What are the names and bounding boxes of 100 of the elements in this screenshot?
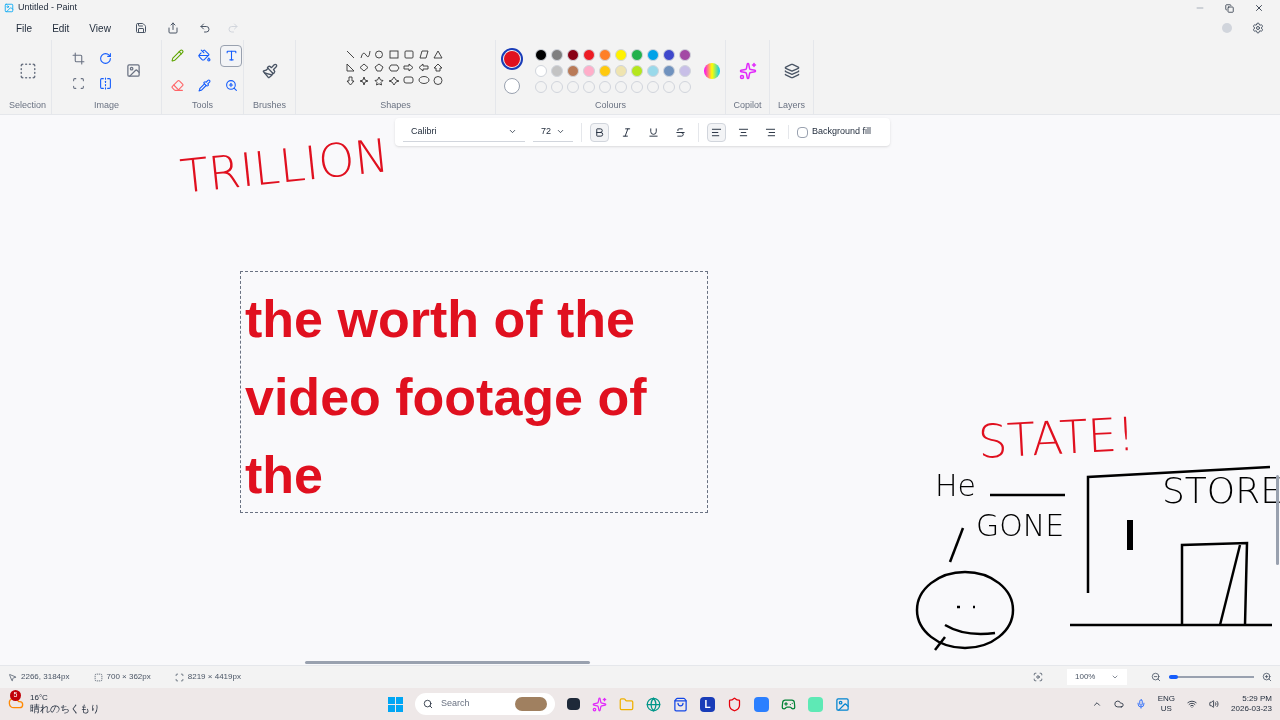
- palette-swatch[interactable]: [550, 64, 563, 77]
- text-tool-button[interactable]: [220, 44, 242, 67]
- magnifier-icon: [224, 79, 238, 92]
- secondary-colour-swatch[interactable]: [503, 77, 520, 94]
- taskbar-search-field[interactable]: Search: [415, 693, 555, 715]
- store-icon[interactable]: [673, 696, 688, 712]
- fit-icon[interactable]: [1033, 672, 1043, 682]
- font-dropdown[interactable]: Calibri: [403, 122, 525, 142]
- underline-icon: [648, 126, 659, 138]
- clock-date[interactable]: 2026-03-23: [1231, 704, 1272, 714]
- selection-size: 700 × 362px: [106, 671, 151, 683]
- canvas-size-icon: [174, 672, 184, 682]
- palette-swatch[interactable]: [598, 48, 611, 61]
- zoom-dropdown[interactable]: 100%: [1067, 669, 1127, 685]
- text-line: video footage of: [245, 367, 648, 428]
- palette-swatch[interactable]: [662, 64, 675, 77]
- palette-swatch[interactable]: [598, 64, 611, 77]
- volume-icon[interactable]: [1209, 699, 1220, 709]
- save-icon[interactable]: [134, 22, 147, 34]
- rotate-icon[interactable]: [99, 51, 112, 65]
- selection-size-icon: [93, 672, 103, 682]
- chevron-down-icon: [556, 127, 565, 136]
- microphone-icon[interactable]: [1135, 699, 1146, 709]
- settings-icon[interactable]: [1252, 22, 1264, 34]
- palette-swatch[interactable]: [646, 48, 659, 61]
- horizontal-scrollbar[interactable]: [305, 661, 590, 664]
- palette-swatch[interactable]: [630, 48, 643, 61]
- undo-icon[interactable]: [198, 22, 211, 34]
- layers-icon[interactable]: [783, 62, 800, 79]
- paint-taskbar-icon[interactable]: [835, 696, 850, 712]
- canvas-size: 8219 × 4419px: [187, 671, 241, 683]
- palette-swatch[interactable]: [566, 48, 579, 61]
- palette-swatch[interactable]: [646, 64, 659, 77]
- selection-icon[interactable]: [18, 61, 37, 80]
- search-icon: [423, 699, 433, 709]
- language-indicator[interactable]: ENG: [1157, 694, 1176, 704]
- palette-swatch[interactable]: [582, 64, 595, 77]
- palette-swatch[interactable]: [566, 64, 579, 77]
- wifi-icon[interactable]: [1187, 699, 1198, 709]
- game-icon[interactable]: [781, 696, 796, 712]
- region-indicator[interactable]: US: [1160, 704, 1172, 714]
- text-box[interactable]: the worth of the video footage of the: [240, 271, 708, 513]
- menu-item[interactable]: View: [81, 20, 119, 36]
- zoom-out-icon[interactable]: [1151, 672, 1161, 682]
- shield-icon[interactable]: [727, 696, 742, 712]
- size-dropdown[interactable]: 72: [533, 122, 573, 142]
- brush-icon[interactable]: [261, 62, 278, 79]
- palette-swatch[interactable]: [534, 64, 547, 77]
- tray-overflow-icon[interactable]: [1091, 699, 1102, 709]
- text-line: the worth of the: [245, 289, 636, 350]
- copilot-icon[interactable]: [738, 61, 757, 80]
- group-label: Selection: [9, 101, 46, 112]
- palette-swatch[interactable]: [550, 48, 563, 61]
- copilot-taskbar-icon[interactable]: [592, 696, 607, 712]
- pencil-icon: [170, 49, 184, 62]
- background-fill-checkbox[interactable]: [797, 126, 808, 138]
- palette-swatch[interactable]: [662, 48, 675, 61]
- primary-colour-swatch[interactable]: [503, 50, 520, 67]
- canvas[interactable]: Calibri 72 Background fill TRILLION STATE! He GONE STORE the worth of the video footage of the: [0, 115, 1280, 665]
- colour-wheel-icon[interactable]: [702, 61, 721, 80]
- group-label: Image: [94, 101, 119, 112]
- clock-time[interactable]: 5:29 PM: [1242, 694, 1272, 704]
- align-left-button[interactable]: [707, 122, 726, 142]
- flip-icon[interactable]: [99, 76, 112, 90]
- resize-icon[interactable]: [126, 63, 141, 78]
- align-right-icon: [765, 126, 776, 138]
- align-left-icon: [711, 126, 722, 138]
- group-label: Shapes: [380, 101, 411, 112]
- eraser-icon: [170, 79, 184, 92]
- zoom-slider-fill[interactable]: [1169, 675, 1178, 679]
- palette-swatch[interactable]: [678, 64, 691, 77]
- letter-app-icon[interactable]: L: [700, 696, 715, 712]
- palette-swatch[interactable]: [614, 48, 627, 61]
- weather-forecast: 晴れのちくもり: [30, 702, 100, 716]
- zoom-in-icon[interactable]: [1262, 672, 1272, 682]
- handwritten-text: STATE!: [976, 410, 1137, 466]
- start-icon[interactable]: [388, 696, 403, 712]
- handwritten-text: GONE: [976, 511, 1065, 541]
- close-icon[interactable]: [1254, 3, 1264, 13]
- palette-swatch[interactable]: [630, 64, 643, 77]
- bold-button[interactable]: [590, 122, 609, 142]
- palette-swatch[interactable]: [534, 48, 547, 61]
- palette-swatch[interactable]: [678, 48, 691, 61]
- app-icon: [4, 3, 14, 13]
- handwritten-text: He: [935, 471, 976, 501]
- menu-item[interactable]: Edit: [44, 20, 78, 36]
- cursor-position: 2266, 3184px: [21, 671, 70, 683]
- palette-swatch[interactable]: [582, 48, 595, 61]
- restore-icon[interactable]: [1225, 3, 1234, 13]
- strikethrough-icon: [675, 126, 686, 138]
- share-icon[interactable]: [166, 22, 179, 34]
- cursor-icon: [8, 672, 17, 682]
- menu-item[interactable]: File: [8, 20, 41, 36]
- browser-icon[interactable]: [646, 696, 661, 712]
- group-label: Layers: [778, 101, 805, 112]
- select-icon[interactable]: [72, 76, 85, 90]
- palette-swatch[interactable]: [614, 64, 627, 77]
- crop-icon[interactable]: [72, 51, 85, 65]
- chevron-down-icon: [508, 127, 517, 136]
- text-line: the: [245, 445, 324, 506]
